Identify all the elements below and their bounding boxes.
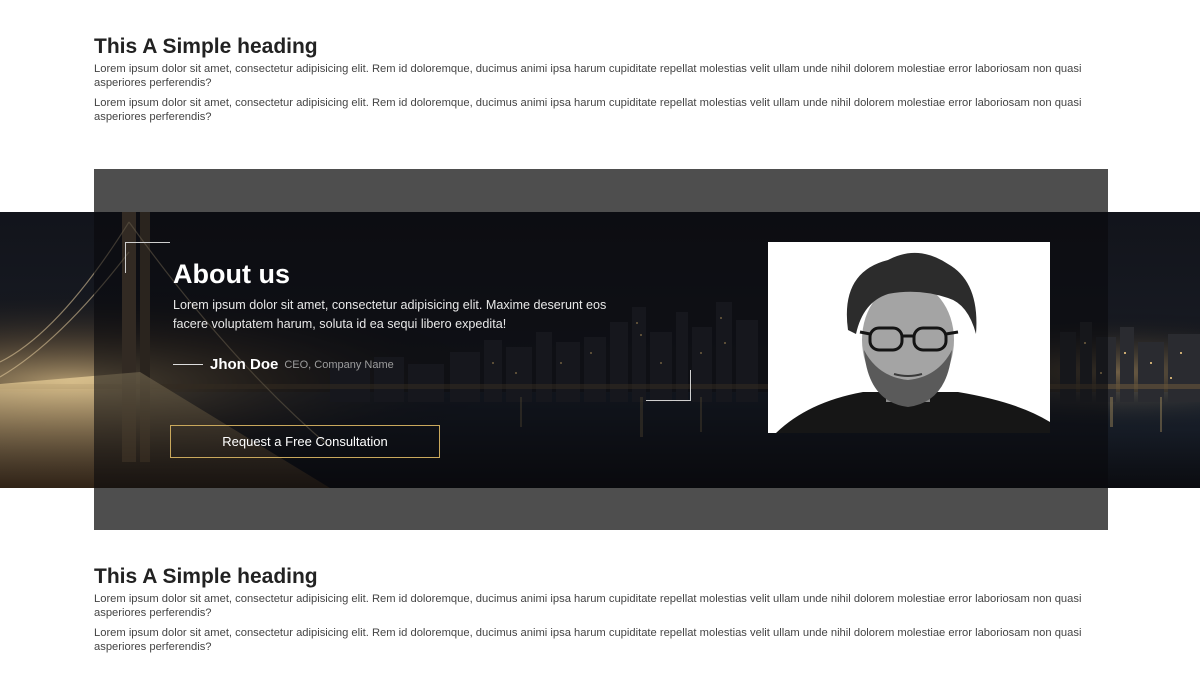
- person-portrait-icon: [768, 242, 1050, 433]
- section-paragraph: Lorem ipsum dolor sit amet, consectetur …: [94, 627, 1082, 653]
- corner-bracket-bottom-right: [646, 370, 691, 401]
- top-text-section: This A Simple heading Lorem ipsum dolor …: [94, 34, 1106, 124]
- bottom-text-section: This A Simple heading Lorem ipsum dolor …: [94, 564, 1106, 654]
- author-line: Jhon Doe CEO, Company Name: [173, 356, 394, 373]
- request-consultation-button[interactable]: Request a Free Consultation: [170, 425, 440, 458]
- author-role: CEO, Company Name: [284, 358, 394, 371]
- corner-bracket-top-left: [125, 242, 170, 273]
- section-heading: This A Simple heading: [94, 565, 318, 588]
- section-paragraph: Lorem ipsum dolor sit amet, consectetur …: [94, 63, 1082, 89]
- section-paragraph: Lorem ipsum dolor sit amet, consectetur …: [94, 593, 1082, 619]
- author-dash: [173, 364, 203, 365]
- person-portrait-svg: [768, 242, 1050, 433]
- about-title: About us: [173, 259, 290, 289]
- about-description: Lorem ipsum dolor sit amet, consectetur …: [173, 298, 607, 331]
- section-heading: This A Simple heading: [94, 35, 318, 58]
- author-name: Jhon Doe: [210, 356, 279, 373]
- section-paragraph: Lorem ipsum dolor sit amet, consectetur …: [94, 97, 1082, 123]
